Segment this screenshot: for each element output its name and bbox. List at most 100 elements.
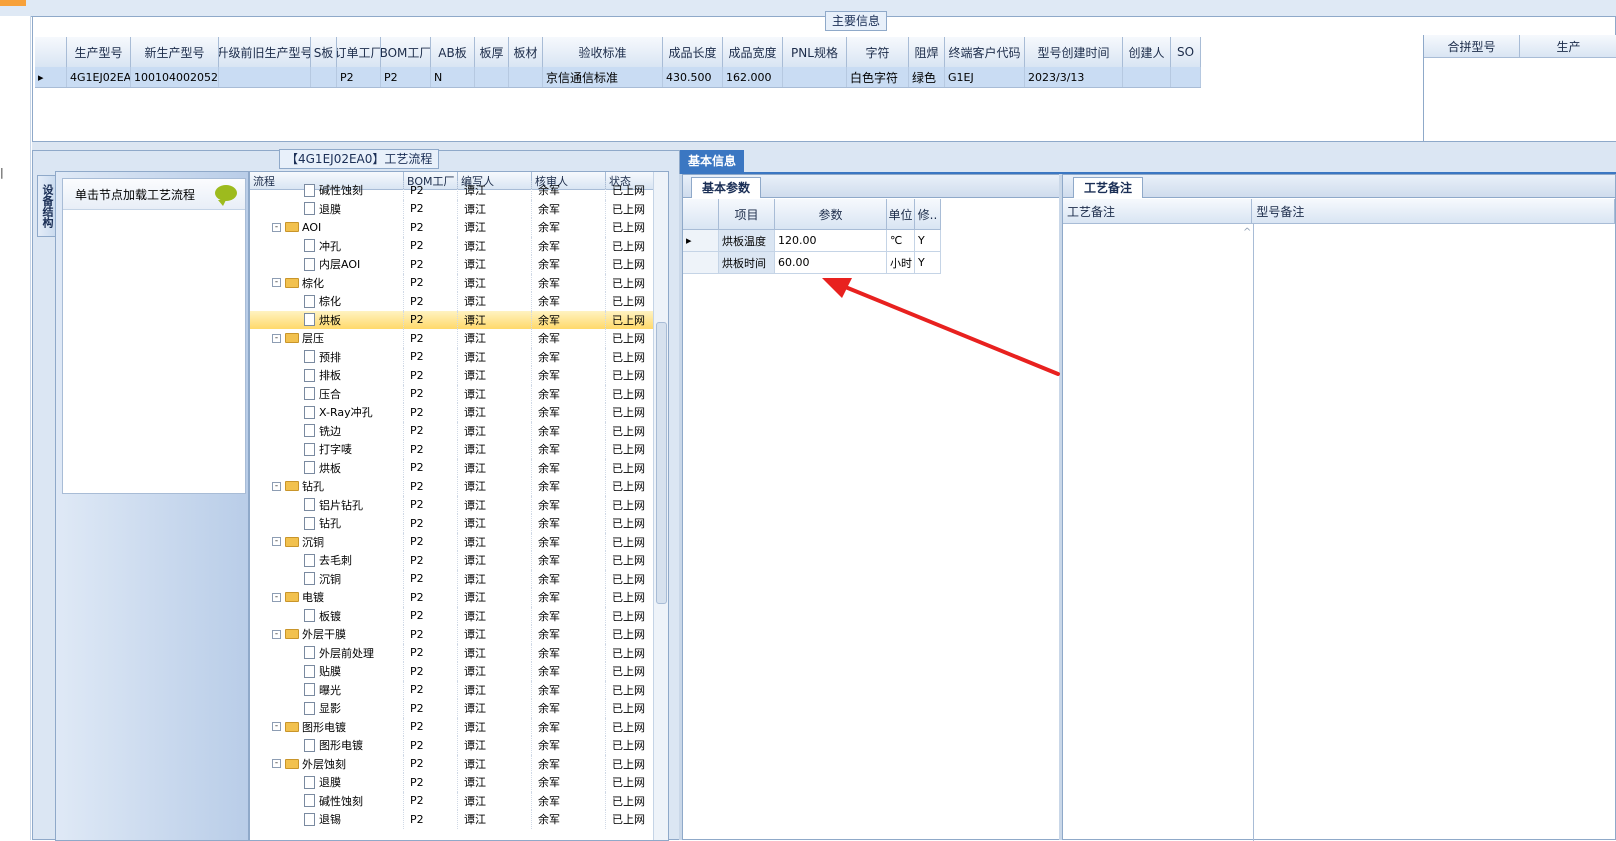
tree-row[interactable]: - 棕化 P2 谭江 余军 已上网 [250, 273, 668, 292]
tree-row[interactable]: 碱性蚀刻 P2 谭江 余军 已上网 [250, 181, 668, 200]
tree-node[interactable]: - 外层干膜 [250, 625, 404, 644]
tree-node[interactable]: 外层前处理 [250, 643, 404, 662]
tree-row[interactable]: 内层AOI P2 谭江 余军 已上网 [250, 255, 668, 274]
tree-node[interactable]: 铝片钻孔 [250, 495, 404, 514]
tree-node[interactable]: 预排 [250, 347, 404, 366]
main-cell[interactable]: 白色字符 [847, 67, 909, 87]
tree-row[interactable]: 烘板 P2 谭江 余军 已上网 [250, 458, 668, 477]
main-col-header[interactable]: 成品宽度 [723, 37, 783, 67]
main-col-header[interactable]: 型号创建时间 [1025, 37, 1123, 67]
tree-node[interactable]: 板镀 [250, 606, 404, 625]
tree-row[interactable]: 退膜 P2 谭江 余军 已上网 [250, 773, 668, 792]
main-col-header[interactable]: 新生产型号 [131, 37, 219, 67]
main-cell[interactable]: 10010400205237 [131, 67, 219, 87]
main-col-header[interactable]: 成品长度 [663, 37, 723, 67]
process-tree-scrollbar[interactable] [653, 172, 668, 840]
tree-node[interactable]: - 图形电镀 [250, 717, 404, 736]
main-cell[interactable]: 绿色 [909, 67, 945, 87]
main-grid-row[interactable]: ▸4G1EJ02EA010010400205237P2P2N京信通信标准430.… [35, 67, 1201, 88]
main-col-header[interactable]: BOM工厂 [381, 37, 431, 67]
main-cell[interactable]: 162.000 [723, 67, 783, 87]
remark-col-header[interactable]: 型号备注 [1252, 199, 1615, 223]
tree-row[interactable]: - 层压 P2 谭江 余军 已上网 [250, 329, 668, 348]
tree-node[interactable]: 退膜 [250, 773, 404, 792]
tree-row[interactable]: - AOI P2 谭江 余军 已上网 [250, 218, 668, 237]
tree-row[interactable]: 曝光 P2 谭江 余军 已上网 [250, 680, 668, 699]
tab-process-remark[interactable]: 工艺备注 [1073, 177, 1144, 198]
tree-row[interactable]: 棕化 P2 谭江 余军 已上网 [250, 292, 668, 311]
tree-row[interactable]: - 外层蚀刻 P2 谭江 余军 已上网 [250, 754, 668, 773]
main-cell[interactable] [219, 67, 311, 87]
main-col-header[interactable]: AB板 [431, 37, 475, 67]
main-col-header[interactable]: PNL规格 [783, 37, 847, 67]
params-col-header[interactable]: 项目 [719, 199, 775, 229]
main-col-header[interactable]: S板 [311, 37, 337, 67]
main-cell[interactable]: 4G1EJ02EA0 [67, 67, 131, 87]
tree-node[interactable]: 贴膜 [250, 662, 404, 681]
main-col-header[interactable]: 字符 [847, 37, 909, 67]
collapse-icon[interactable]: - [272, 722, 281, 732]
tree-row[interactable]: - 外层干膜 P2 谭江 余军 已上网 [250, 625, 668, 644]
params-row[interactable]: 烘板时间 60.00 小时 Y [683, 252, 941, 274]
tree-node[interactable]: 碱性蚀刻 [250, 791, 404, 810]
main-cell[interactable] [1123, 67, 1171, 87]
main-col-header[interactable]: SO [1171, 37, 1201, 67]
main-col-header[interactable]: 验收标准 [543, 37, 663, 67]
tree-row[interactable]: 板镀 P2 谭江 余军 已上网 [250, 606, 668, 625]
tree-row[interactable]: 铝片钻孔 P2 谭江 余军 已上网 [250, 495, 668, 514]
tree-row[interactable]: - 电镀 P2 谭江 余军 已上网 [250, 588, 668, 607]
main-cell[interactable]: G1EJ [945, 67, 1025, 87]
tree-node[interactable]: - 外层蚀刻 [250, 754, 404, 773]
main-cell[interactable] [783, 67, 847, 87]
tree-node[interactable]: 曝光 [250, 680, 404, 699]
main-cell[interactable] [1171, 67, 1201, 87]
main-col-header[interactable]: 阻焊 [909, 37, 945, 67]
tree-node[interactable]: 退膜 [250, 199, 404, 218]
collapse-icon[interactable]: - [272, 278, 281, 288]
collapse-icon[interactable]: - [272, 222, 281, 232]
tree-node[interactable]: - 电镀 [250, 588, 404, 607]
tree-row[interactable]: 排板 P2 谭江 余军 已上网 [250, 366, 668, 385]
remark-col-header[interactable]: 工艺备注 [1063, 199, 1253, 223]
tree-node[interactable]: 压合 [250, 384, 404, 403]
tree-node[interactable]: - 沉铜 [250, 532, 404, 551]
params-row[interactable]: ▸ 烘板温度 120.00 ℃ Y [683, 230, 941, 252]
tree-node[interactable]: 烘板 [250, 458, 404, 477]
main-cell[interactable] [311, 67, 337, 87]
tree-node[interactable]: 内层AOI [250, 255, 404, 274]
tree-node[interactable]: 钻孔 [250, 514, 404, 533]
main-cell[interactable]: P2 [337, 67, 381, 87]
main-col-header[interactable]: 板厚 [475, 37, 509, 67]
merge-col-header[interactable]: 生产 [1520, 35, 1616, 57]
tab-basic-info[interactable]: 基本信息 [680, 150, 745, 172]
tree-node[interactable]: 碱性蚀刻 [250, 181, 404, 200]
main-cell[interactable]: P2 [381, 67, 431, 87]
tree-row[interactable]: 图形电镀 P2 谭江 余军 已上网 [250, 736, 668, 755]
params-col-header[interactable]: 单位 [887, 199, 915, 229]
params-col-header[interactable]: 修.. [915, 199, 941, 229]
tree-node[interactable]: - 层压 [250, 329, 404, 348]
tree-node[interactable]: 棕化 [250, 292, 404, 311]
tree-row[interactable]: - 钻孔 P2 谭江 余军 已上网 [250, 477, 668, 496]
main-col-header[interactable]: 生产型号 [67, 37, 131, 67]
params-col-header[interactable]: 参数 [775, 199, 887, 229]
collapse-icon[interactable]: - [272, 537, 281, 547]
equipment-structure-tab[interactable]: 设备结构 [37, 175, 57, 237]
tree-row[interactable]: 碱性蚀刻 P2 谭江 余军 已上网 [250, 791, 668, 810]
params-cell-value[interactable]: 120.00 [775, 230, 887, 251]
collapse-icon[interactable]: - [272, 629, 281, 639]
main-cell[interactable]: 2023/3/13 [1025, 67, 1123, 87]
main-cell[interactable] [475, 67, 509, 87]
scroll-up-icon[interactable]: ^ [1243, 227, 1251, 238]
main-col-header[interactable]: 终端客户代码 [945, 37, 1025, 67]
tree-row[interactable]: - 沉铜 P2 谭江 余军 已上网 [250, 532, 668, 551]
tree-node[interactable]: - AOI [250, 218, 404, 237]
tree-row[interactable]: 贴膜 P2 谭江 余军 已上网 [250, 662, 668, 681]
scroll-thumb[interactable] [656, 322, 667, 604]
tree-row[interactable]: - 图形电镀 P2 谭江 余军 已上网 [250, 717, 668, 736]
tree-row[interactable]: 铣边 P2 谭江 余军 已上网 [250, 421, 668, 440]
tree-node[interactable]: 排板 [250, 366, 404, 385]
tree-row[interactable]: 去毛刺 P2 谭江 余军 已上网 [250, 551, 668, 570]
horizontal-splitter[interactable] [32, 142, 1616, 150]
tree-node[interactable]: X-Ray冲孔 [250, 403, 404, 422]
